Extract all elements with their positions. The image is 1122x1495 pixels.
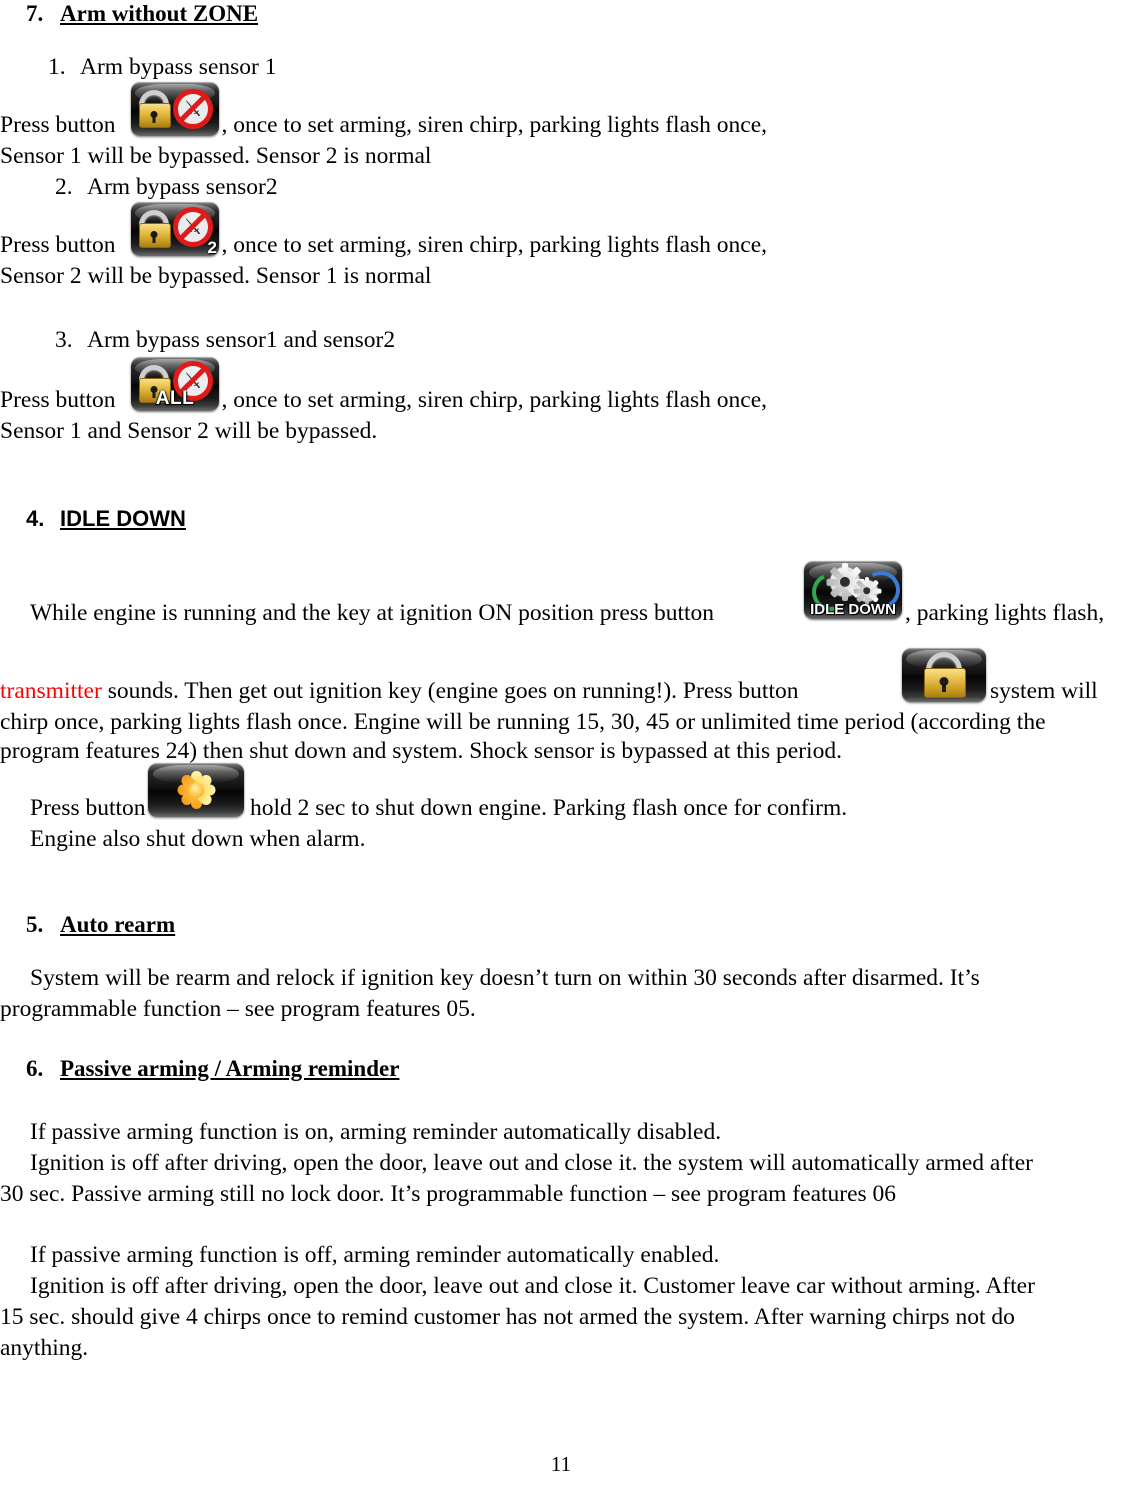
- passive-arming-p2-line-4: anything.: [0, 1335, 89, 1361]
- sensor-detail-1: Sensor 1 will be bypassed. Sensor 2 is n…: [0, 143, 432, 169]
- heading-passive-arming: 6. Passive arming / Arming reminder: [26, 1055, 399, 1083]
- heading-number: 7.: [26, 1, 44, 26]
- auto-rearm-line-1: System will be rearm and relock if ignit…: [30, 965, 980, 991]
- press-suffix: , once to set arming, siren chirp, parki…: [221, 387, 768, 413]
- heading-number: 6.: [26, 1056, 44, 1081]
- heading-auto-rearm: 5. Auto rearm: [26, 911, 175, 939]
- idle-down-line-2: transmitter sounds. Then get out ignitio…: [0, 676, 798, 707]
- list-item-arm-bypass-all: 3. Arm bypass sensor1 and sensor2: [55, 325, 395, 356]
- press-button-line-1: Press button , once to set arming, siren…: [0, 110, 767, 141]
- heading-title: Passive arming / Arming reminder: [60, 1056, 400, 1081]
- flower-button-icon[interactable]: [148, 763, 244, 817]
- padlock-keyslot: [942, 684, 946, 692]
- list-item-number: 2.: [55, 174, 73, 200]
- list-item-label: Arm bypass sensor2: [87, 174, 278, 200]
- idle-down-line-5b: hold 2 sec to shut down engine. Parking …: [250, 795, 848, 821]
- list-item-label: Arm bypass sensor 1: [80, 54, 277, 80]
- heading-title: IDLE DOWN: [60, 506, 186, 531]
- press-button-line-2: Press button , once to set arming, siren…: [0, 230, 767, 261]
- list-item-number: 3.: [55, 327, 73, 353]
- heading-title: Arm without ZONE: [60, 1, 259, 26]
- document-page: 7. Arm without ZONE 1. Arm bypass sensor 1…: [0, 0, 1122, 1495]
- page-number: 11: [550, 1452, 572, 1476]
- sensor-detail-2: Sensor 2 will be bypassed. Sensor 1 is n…: [0, 263, 432, 289]
- press-prefix: Press button: [0, 232, 116, 258]
- heading-arm-without-zone: 7. Arm without ZONE: [26, 0, 258, 28]
- list-item-label: Arm bypass sensor1 and sensor2: [87, 327, 396, 353]
- passive-arming-p2-line-2: Ignition is off after driving, open the …: [30, 1273, 1035, 1299]
- idle-down-line-1b: , parking lights flash,: [905, 600, 1105, 626]
- passive-arming-p2-line-3: 15 sec. should give 4 chirps once to rem…: [0, 1304, 1015, 1330]
- passive-arming-p1-line-1: If passive arming function is on, arming…: [30, 1119, 722, 1145]
- padlock-icon: [924, 652, 966, 698]
- sensor-detail-3: Sensor 1 and Sensor 2 will be bypassed.: [0, 418, 378, 444]
- list-item-arm-bypass-sensor2: 2. Arm bypass sensor2: [55, 172, 278, 203]
- idle-down-line-4: program features 24) then shut down and …: [0, 738, 842, 764]
- heading-number: 5.: [26, 912, 44, 937]
- flower-icon: [172, 765, 220, 815]
- heading-idle-down: 4. IDLE DOWN: [26, 505, 186, 533]
- lock-button-icon[interactable]: [902, 648, 986, 702]
- passive-arming-p1-line-2: Ignition is off after driving, open the …: [30, 1150, 1033, 1176]
- press-prefix: Press button: [0, 112, 116, 138]
- list-item-number: 1.: [48, 54, 66, 80]
- idle-down-line-5a: Press button: [30, 795, 146, 821]
- gear-icon-small: [852, 576, 882, 606]
- press-suffix: , once to set arming, siren chirp, parki…: [221, 112, 768, 138]
- idle-down-line-3: chirp once, parking lights flash once. E…: [0, 709, 1046, 735]
- heading-number: 4.: [26, 506, 45, 531]
- idle-down-line-2b: system will: [990, 678, 1098, 704]
- idle-down-line-6: Engine also shut down when alarm.: [30, 826, 366, 852]
- passive-arming-p1-line-3: 30 sec. Passive arming still no lock doo…: [0, 1181, 897, 1207]
- auto-rearm-line-2: programmable function – see program feat…: [0, 996, 476, 1022]
- transmitter-text: transmitter: [0, 678, 102, 704]
- idle-down-line-2a: sounds. Then get out ignition key (engin…: [107, 678, 799, 704]
- idle-down-button-icon[interactable]: IDLE DOWN: [804, 561, 902, 619]
- press-suffix: , once to set arming, siren chirp, parki…: [221, 232, 768, 258]
- heading-title: Auto rearm: [60, 912, 176, 937]
- press-button-line-3: Press button , once to set arming, siren…: [0, 385, 767, 416]
- idle-down-line-1a: While engine is running and the key at i…: [30, 600, 715, 626]
- press-prefix: Press button: [0, 387, 116, 413]
- idle-down-label: IDLE DOWN: [810, 601, 896, 618]
- passive-arming-p2-line-1: If passive arming function is off, armin…: [30, 1242, 720, 1268]
- list-item-arm-bypass-sensor1: 1. Arm bypass sensor 1: [48, 52, 276, 83]
